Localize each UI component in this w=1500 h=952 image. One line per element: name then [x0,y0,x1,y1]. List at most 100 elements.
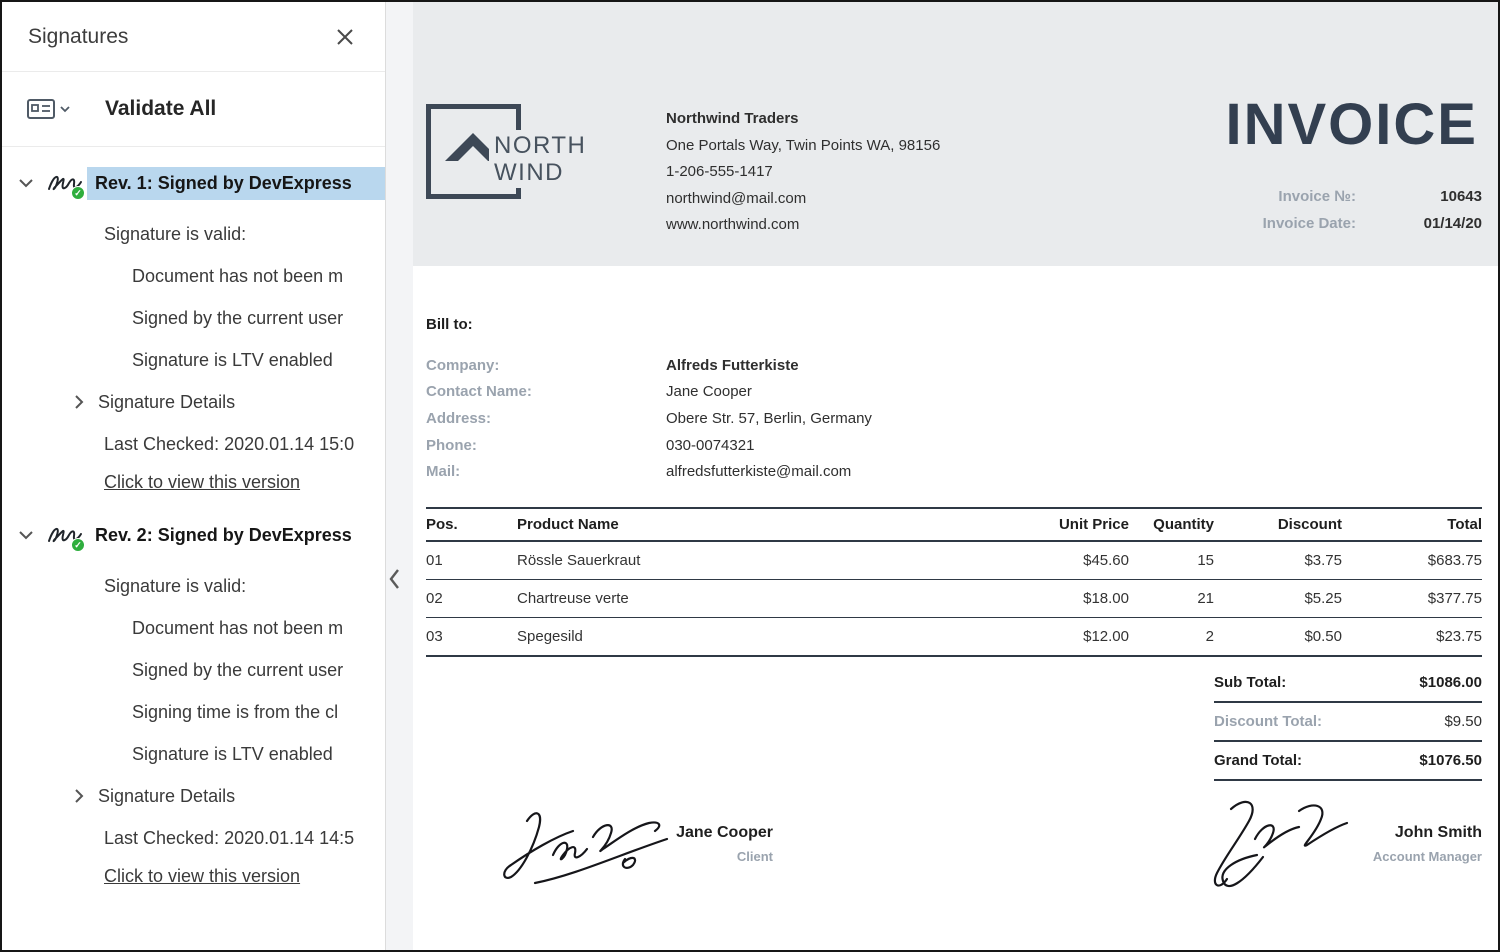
invoice-date-value: 01/14/20 [1356,215,1482,232]
validate-all-row: Validate All [2,72,385,147]
client-role: Client [661,849,773,864]
cell-pos: 01 [426,552,517,569]
cell-unit-price: $12.00 [979,628,1129,645]
invoice-header-band: NORTH WIND Northwind Traders One Portals… [413,2,1498,266]
cell-unit-price: $45.60 [979,552,1129,569]
col-header-product: Product Name [517,516,979,533]
logo-text-line1: NORTH [494,132,586,159]
cell-discount: $0.50 [1214,628,1342,645]
col-header-quantity: Quantity [1129,516,1214,533]
invoice-meta: Invoice №: 10643 Invoice Date: 01/14/20 [1263,183,1482,237]
cell-product: Chartreuse verte [517,590,979,607]
invoice-number-value: 10643 [1356,188,1482,205]
col-header-discount: Discount [1214,516,1342,533]
signature-details-label: Signature Details [98,786,235,807]
bill-to-heading: Bill to: [426,316,473,333]
col-header-pos: Pos. [426,516,517,533]
collapse-panel-icon[interactable] [388,568,400,590]
check-item: Document has not been m [132,607,385,649]
manager-role: Account Manager [1322,849,1482,864]
logo-text: NORTH WIND [489,130,591,188]
bill-row-phone: Phone: 030-0074321 [426,432,872,459]
chevron-right-icon [74,788,84,804]
field-value: 030-0074321 [666,437,754,454]
discount-total-label: Discount Total: [1214,713,1322,730]
field-label: Company: [426,357,666,374]
cell-discount: $5.25 [1214,590,1342,607]
chevron-down-icon[interactable] [18,178,34,188]
pdf-viewer-app: Signatures Validate All [2,2,1498,950]
manager-sign-block: John Smith Account Manager [1322,824,1482,864]
field-value: alfredsfutterkiste@mail.com [666,463,851,480]
check-item: Document has not been m [132,255,385,297]
revision-1-section: ✓ Rev. 1: Signed by DevExpress Signature… [2,147,385,499]
cell-pos: 02 [426,590,517,607]
field-value: Jane Cooper [666,383,752,400]
grand-total-value: $1076.50 [1419,752,1482,769]
document-area: NORTH WIND Northwind Traders One Portals… [413,2,1498,950]
cell-product: Rössle Sauerkraut [517,552,979,569]
chevron-down-icon[interactable] [18,530,34,540]
cell-total: $683.75 [1342,552,1482,569]
cell-quantity: 21 [1129,590,1214,607]
company-name: Northwind Traders [666,106,940,133]
invoice-number-row: Invoice №: 10643 [1263,183,1482,210]
sub-total-row: Sub Total: $1086.00 [1214,664,1482,703]
company-email: northwind@mail.com [666,186,940,213]
company-website: www.northwind.com [666,212,940,239]
cell-total: $377.75 [1342,590,1482,607]
manager-name: John Smith [1322,824,1482,842]
signature-valid-label: Signature is valid: [104,213,385,255]
check-item: Signing time is from the cl [132,691,385,733]
col-header-total: Total [1342,516,1482,533]
check-item: Signed by the current user [132,297,385,339]
signature-icon: ✓ [45,520,83,550]
field-label: Mail: [426,463,666,480]
col-header-unit-price: Unit Price [979,516,1129,533]
field-value: Obere Str. 57, Berlin, Germany [666,410,872,427]
client-signature-image [495,797,675,897]
field-label: Address: [426,410,666,427]
discount-total-row: Discount Total: $9.50 [1214,703,1482,742]
validate-all-icon[interactable] [26,97,56,121]
bill-row-company: Company: Alfreds Futterkiste [426,352,872,379]
table-row: 03 Spegesild $12.00 2 $0.50 $23.75 [426,618,1482,657]
company-address: One Portals Way, Twin Points WA, 98156 [666,133,940,160]
logo-text-line2: WIND [494,159,586,186]
panel-splitter[interactable] [386,2,413,950]
close-icon[interactable] [331,23,359,51]
signature-details-toggle[interactable]: Signature Details [2,775,385,817]
grand-total-label: Grand Total: [1214,752,1302,769]
chevron-right-icon [74,394,84,410]
view-version-link[interactable]: Click to view this version [104,859,385,893]
revision-1-header: ✓ Rev. 1: Signed by DevExpress [2,163,385,203]
field-label: Contact Name: [426,383,666,400]
table-row: 02 Chartreuse verte $18.00 21 $5.25 $377… [426,580,1482,618]
valid-check-icon: ✓ [71,186,85,200]
invoice-date-label: Invoice Date: [1263,215,1356,232]
validate-all-button[interactable]: Validate All [99,96,222,122]
signatures-panel: Signatures Validate All [2,2,386,950]
invoice-number-label: Invoice №: [1278,188,1356,205]
cell-total: $23.75 [1342,628,1482,645]
revision-2-header: ✓ Rev. 2: Signed by DevExpress [2,515,385,555]
view-version-link[interactable]: Click to view this version [104,465,385,499]
table-header-row: Pos. Product Name Unit Price Quantity Di… [426,507,1482,542]
company-info: Northwind Traders One Portals Way, Twin … [666,106,940,239]
discount-total-value: $9.50 [1444,713,1482,730]
panel-header: Signatures [2,2,385,72]
revision-1-title[interactable]: Rev. 1: Signed by DevExpress [87,167,385,200]
revision-2-section: ✓ Rev. 2: Signed by DevExpress Signature… [2,499,385,893]
revision-2-title[interactable]: Rev. 2: Signed by DevExpress [87,519,385,552]
check-item: Signature is LTV enabled [132,339,385,381]
grand-total-row: Grand Total: $1076.50 [1214,742,1482,781]
client-name: Jane Cooper [661,824,773,842]
client-sign-block: Jane Cooper Client [661,824,773,864]
company-phone: 1-206-555-1417 [666,159,940,186]
cell-quantity: 2 [1129,628,1214,645]
bill-row-mail: Mail: alfredsfutterkiste@mail.com [426,458,872,485]
cell-unit-price: $18.00 [979,590,1129,607]
cell-pos: 03 [426,628,517,645]
signature-details-toggle[interactable]: Signature Details [2,381,385,423]
caret-down-icon[interactable] [59,105,71,113]
